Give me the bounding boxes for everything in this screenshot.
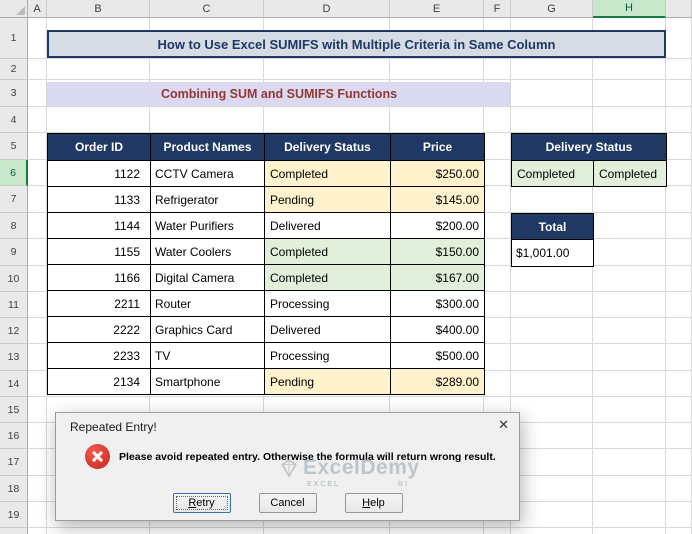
column-header-H[interactable]: H xyxy=(593,0,666,18)
table-header-product-names: Product Names xyxy=(151,134,265,161)
table-header-price: Price xyxy=(391,134,485,161)
row-header-4[interactable]: 4 xyxy=(0,107,28,133)
criteria-cell-g6[interactable]: Completed xyxy=(512,161,594,187)
row-header-18[interactable]: 18 xyxy=(0,476,28,502)
column-header-G[interactable]: G xyxy=(511,0,593,18)
row-header-1[interactable]: 1 xyxy=(0,18,28,59)
order-id-cell[interactable]: 1166 xyxy=(48,265,151,291)
close-icon[interactable]: ✕ xyxy=(498,417,509,433)
table-header-order-id: Order ID xyxy=(48,134,151,161)
price-cell[interactable]: $250.00 xyxy=(391,161,485,187)
column-header-D[interactable]: D xyxy=(264,0,390,18)
column-header-E[interactable]: E xyxy=(390,0,484,18)
price-cell[interactable]: $500.00 xyxy=(391,343,485,369)
column-header-A[interactable]: A xyxy=(28,0,47,18)
price-cell[interactable]: $167.00 xyxy=(391,265,485,291)
total-header: Total xyxy=(512,214,594,240)
dialog-body: Please avoid repeated entry. Otherwise t… xyxy=(85,444,509,469)
dialog-message: Please avoid repeated entry. Otherwise t… xyxy=(119,450,496,463)
criteria-header: Delivery Status xyxy=(512,134,667,161)
product-cell[interactable]: TV xyxy=(151,343,265,369)
row-header-19[interactable]: 19 xyxy=(0,502,28,528)
row-header-5[interactable]: 5 xyxy=(0,133,28,160)
status-cell[interactable]: Delivered xyxy=(265,317,391,343)
product-cell[interactable]: Water Coolers xyxy=(151,239,265,265)
column-header-F[interactable]: F xyxy=(484,0,511,18)
data-table: Order ID Product Names Delivery Status P… xyxy=(47,133,485,395)
retry-button[interactable]: Retry xyxy=(172,493,231,513)
status-cell[interactable]: Processing xyxy=(265,343,391,369)
status-cell[interactable]: Pending xyxy=(265,187,391,213)
select-all-corner[interactable] xyxy=(0,0,28,18)
row-header-12[interactable]: 12 xyxy=(0,318,28,344)
row-header-13[interactable]: 13 xyxy=(0,344,28,371)
row-header-2[interactable]: 2 xyxy=(0,59,28,80)
price-cell[interactable]: $200.00 xyxy=(391,213,485,239)
gridline xyxy=(28,396,692,397)
row-header-10[interactable]: 10 xyxy=(0,266,28,292)
price-cell[interactable]: $150.00 xyxy=(391,239,485,265)
table-header-delivery-status: Delivery Status xyxy=(265,134,391,161)
status-cell[interactable]: Processing xyxy=(265,291,391,317)
row-header-7[interactable]: 7 xyxy=(0,186,28,213)
criteria-block: Delivery Status Completed Completed xyxy=(511,133,667,187)
price-cell[interactable]: $289.00 xyxy=(391,369,485,395)
row-header-15[interactable]: 15 xyxy=(0,397,28,423)
total-value-cell[interactable]: $1,001.00 xyxy=(512,240,594,267)
gridline xyxy=(28,58,692,59)
product-cell[interactable]: Smartphone xyxy=(151,369,265,395)
gridline xyxy=(28,527,692,528)
gridline xyxy=(28,106,692,107)
row-header-11[interactable]: 11 xyxy=(0,292,28,318)
gridline xyxy=(28,79,692,80)
product-cell[interactable]: Water Purifiers xyxy=(151,213,265,239)
column-header-B[interactable]: B xyxy=(47,0,150,18)
order-id-cell[interactable]: 2134 xyxy=(48,369,151,395)
order-id-cell[interactable]: 2211 xyxy=(48,291,151,317)
criteria-cell-h6-selected[interactable]: Completed xyxy=(594,161,667,187)
status-cell[interactable]: Completed xyxy=(265,265,391,291)
excel-window: ABCDEFGH 1 2 3 4 5 6 7 8 9 10 11 12 13 14 15 16 17 18 19 H… xyxy=(0,0,692,534)
error-icon xyxy=(85,444,110,469)
status-cell[interactable]: Pending xyxy=(265,369,391,395)
main-title-cell: How to Use Excel SUMIFS with Multiple Cr… xyxy=(47,30,666,58)
dialog-title: Repeated Entry! xyxy=(70,420,157,434)
row-header-17[interactable]: 17 xyxy=(0,449,28,476)
status-cell[interactable]: Delivered xyxy=(265,213,391,239)
product-cell[interactable]: Digital Camera xyxy=(151,265,265,291)
gridline xyxy=(592,18,593,534)
status-cell[interactable]: Completed xyxy=(265,239,391,265)
row-header-8[interactable]: 8 xyxy=(0,213,28,239)
order-id-cell[interactable]: 2222 xyxy=(48,317,151,343)
row-header-6[interactable]: 6 xyxy=(0,160,28,186)
cancel-button[interactable]: Cancel xyxy=(258,493,317,513)
order-id-cell[interactable]: 1133 xyxy=(48,187,151,213)
product-cell[interactable]: CCTV Camera xyxy=(151,161,265,187)
row-header-14[interactable]: 14 xyxy=(0,371,28,397)
price-cell[interactable]: $145.00 xyxy=(391,187,485,213)
corner-triangle-icon xyxy=(16,6,25,15)
price-cell[interactable]: $300.00 xyxy=(391,291,485,317)
column-header-C[interactable]: C xyxy=(150,0,264,18)
product-cell[interactable]: Router xyxy=(151,291,265,317)
dialog-buttons: Retry Cancel Help xyxy=(56,493,519,513)
subtitle-cell: Combining SUM and SUMIFS Functions xyxy=(47,82,511,106)
order-id-cell[interactable]: 1144 xyxy=(48,213,151,239)
order-id-cell[interactable]: 2233 xyxy=(48,343,151,369)
row-header-9[interactable]: 9 xyxy=(0,239,28,266)
row-header-3[interactable]: 3 xyxy=(0,80,28,107)
price-cell[interactable]: $400.00 xyxy=(391,317,485,343)
product-cell[interactable]: Refrigerator xyxy=(151,187,265,213)
product-cell[interactable]: Graphics Card xyxy=(151,317,265,343)
order-id-cell[interactable]: 1155 xyxy=(48,239,151,265)
help-button[interactable]: Help xyxy=(344,493,403,513)
order-id-cell[interactable]: 1122 xyxy=(48,161,151,187)
row-header-16[interactable]: 16 xyxy=(0,423,28,449)
gridline xyxy=(665,18,666,534)
status-cell[interactable]: Completed xyxy=(265,161,391,187)
repeated-entry-dialog: Repeated Entry! ✕ Please avoid repeated … xyxy=(55,412,520,521)
total-block: Total $1,001.00 xyxy=(511,213,594,267)
column-header-overflow[interactable] xyxy=(666,0,692,18)
